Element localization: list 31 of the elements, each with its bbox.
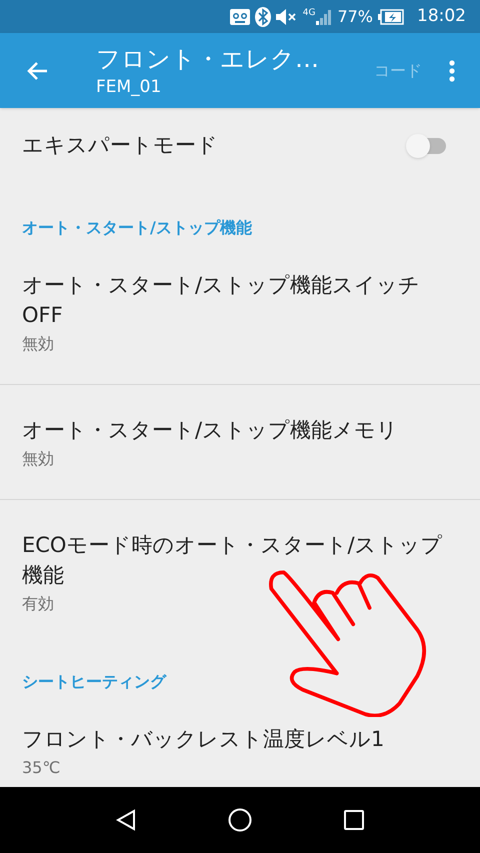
section-header: シートヒーティング (22, 671, 166, 693)
setting-row[interactable]: オート・スタート/ストップ機能メモリ 無効 (0, 384, 480, 499)
back-arrow-icon (26, 60, 48, 80)
more-icon (449, 60, 455, 82)
setting-title: フロント・バックレスト温度レベル1 (22, 726, 386, 753)
mute-icon (276, 8, 298, 24)
signal-icon (316, 8, 332, 24)
screen-title: フロント・エレク… (96, 44, 319, 74)
bluetooth-icon (254, 6, 271, 26)
setting-value: 無効 (22, 448, 55, 470)
network-type: 4G (302, 8, 316, 18)
recents-nav-icon[interactable] (344, 810, 364, 830)
setting-value: 無効 (22, 333, 55, 355)
section-header: オート・スタート/ストップ機能 (22, 217, 252, 239)
setting-title: オート・スタート/ストップ機能スイッチOFF (22, 272, 422, 329)
setting-row[interactable]: フロント・バックレスト温度レベル1 35℃ (0, 694, 480, 787)
setting-title: ECOモード時のオート・スタート/ストップ機能 (22, 532, 444, 589)
setting-title: エキスパートモード (22, 132, 218, 160)
setting-value: 35℃ (22, 757, 62, 779)
battery-charging-icon (378, 8, 404, 24)
voicemail-icon (230, 8, 250, 24)
home-nav-icon[interactable] (228, 808, 252, 832)
setting-row[interactable]: オート・スタート/ストップ機能スイッチOFF 無効 (0, 240, 480, 384)
screen-subtitle: FEM_01 (96, 76, 162, 98)
clock: 18:02 (417, 4, 466, 28)
setting-row[interactable]: ECOモード時のオート・スタート/ストップ機能 有効 (0, 499, 480, 644)
setting-title: オート・スタート/ストップ機能メモリ (22, 417, 400, 444)
toggle-switch[interactable] (406, 133, 448, 159)
back-nav-icon[interactable] (116, 809, 136, 831)
battery-percent: 77% (337, 6, 373, 28)
setting-value: 有効 (22, 593, 55, 615)
